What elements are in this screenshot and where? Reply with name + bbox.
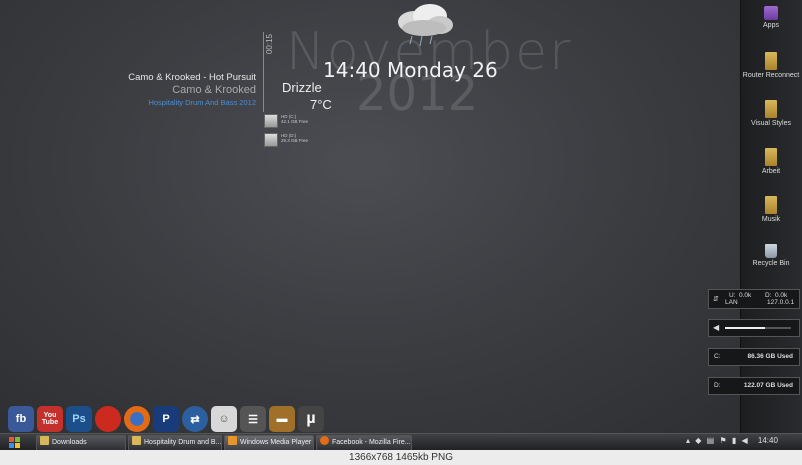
notes-icon[interactable]: ☰ bbox=[240, 406, 266, 432]
dock-label: You Tube bbox=[41, 412, 59, 426]
network-tray-icon[interactable]: ▤ bbox=[707, 436, 715, 445]
sync-icon[interactable]: ⇄ bbox=[182, 406, 208, 432]
photoshop-icon[interactable]: Ps bbox=[66, 406, 92, 432]
cloud-icon bbox=[398, 4, 453, 47]
clock-date-text: 14:40 Monday 26 bbox=[323, 58, 498, 82]
network-down-label: D: bbox=[765, 292, 772, 299]
drive-d-gadget[interactable]: D: 122.07 GB Used bbox=[708, 377, 800, 395]
desktop-icon-apps[interactable]: Apps bbox=[742, 6, 800, 29]
network-gadget[interactable]: ⇵ U: 0.0k D: 0.0k LAN 127.0.0.1 bbox=[708, 289, 800, 309]
drive-c-gadget[interactable]: C: 86.36 GB Used bbox=[708, 348, 800, 366]
speaker-icon: ◀ bbox=[713, 323, 720, 332]
desktop-icon-label: Musik bbox=[761, 216, 781, 223]
media-divider bbox=[263, 32, 264, 112]
desktop-icon-router-reconnect[interactable]: Router Reconnect bbox=[742, 52, 800, 79]
desktop-icon-label: Arbeit bbox=[761, 168, 781, 175]
media-album: Hospitality Drum And Bass 2012 bbox=[148, 98, 256, 107]
desktop-icon-arbeit[interactable]: Arbeit bbox=[742, 148, 800, 175]
drive-d-label: D: bbox=[714, 382, 721, 389]
desktop-icon-recycle-bin[interactable]: Recycle Bin bbox=[742, 244, 800, 267]
dropbox-icon[interactable]: ◆ bbox=[695, 436, 701, 445]
firefox-icon[interactable] bbox=[124, 406, 150, 432]
flag-icon[interactable]: ⚑ bbox=[719, 436, 726, 445]
taskbar-button-label: Facebook - Mozilla Fire... bbox=[332, 439, 411, 446]
weather-condition: Drizzle bbox=[282, 80, 322, 95]
utorrent-icon[interactable]: µ bbox=[298, 406, 324, 432]
folder-icon bbox=[40, 436, 49, 445]
taskbar-button-hospitality[interactable]: Hospitality Drum and B... bbox=[128, 435, 222, 451]
media-timer: 00:15 bbox=[265, 34, 274, 55]
volume-track[interactable] bbox=[725, 327, 791, 329]
desktop-icon-visual-styles[interactable]: Visual Styles bbox=[742, 100, 800, 127]
hard-drive-icon bbox=[264, 114, 278, 128]
taskbar-button-label: Hospitality Drum and B... bbox=[144, 439, 222, 446]
show-hidden-icons-icon[interactable]: ▴ bbox=[686, 436, 690, 445]
youtube-icon[interactable]: You Tube bbox=[37, 406, 63, 432]
network-down-value: 0.0k bbox=[775, 292, 788, 299]
folder-icon bbox=[765, 100, 777, 118]
angry-birds-icon[interactable] bbox=[95, 406, 121, 432]
dock-label: Ps bbox=[72, 413, 86, 425]
briefcase-icon[interactable]: ▬ bbox=[269, 406, 295, 432]
taskbar-button-media-player[interactable]: Windows Media Player bbox=[224, 435, 314, 451]
windows-logo-icon bbox=[9, 436, 20, 448]
firefox-icon bbox=[320, 436, 329, 445]
network-up-value: 0.0k bbox=[739, 292, 752, 299]
media-track-title[interactable]: Camo & Krooked - Hot Pursuit bbox=[128, 72, 256, 83]
signal-icon[interactable]: ▮ bbox=[732, 436, 736, 445]
network-arrow-icon: ⇵ bbox=[713, 296, 719, 303]
apps-icon bbox=[764, 6, 778, 20]
folder-icon bbox=[765, 196, 777, 214]
volume-fill bbox=[725, 327, 765, 329]
drive-c-value: 86.36 GB Used bbox=[747, 353, 793, 360]
desktop-icon-label: Visual Styles bbox=[751, 120, 791, 127]
network-up-label: U: bbox=[729, 292, 736, 299]
network-ip: 127.0.0.1 bbox=[767, 299, 795, 306]
volume-tray-icon[interactable]: ◀ bbox=[741, 436, 747, 445]
dock-label: µ bbox=[306, 410, 316, 427]
taskbar-button-label: Windows Media Player bbox=[240, 439, 312, 446]
drive-d-value: 122.07 GB Used bbox=[743, 382, 793, 389]
messenger-icon[interactable]: ☺ bbox=[211, 406, 237, 432]
drive-c-label: C: bbox=[714, 353, 721, 360]
desktop-icon-label: Recycle Bin bbox=[752, 260, 790, 267]
taskbar: Downloads Hospitality Drum and B... Wind… bbox=[0, 433, 802, 451]
taskbar-button-downloads[interactable]: Downloads bbox=[36, 435, 126, 451]
system-tray: ▴ ◆ ▤ ⚑ ▮ ◀ 14:40 bbox=[686, 436, 778, 445]
desktop-icon-label: Apps bbox=[763, 22, 779, 29]
recycle-bin-icon bbox=[765, 244, 777, 258]
desktop-icon-musik[interactable]: Musik bbox=[742, 196, 800, 223]
drive-free: 42.1 GB Free bbox=[281, 119, 309, 124]
weather-temperature: 7°C bbox=[310, 97, 332, 112]
start-button[interactable] bbox=[2, 435, 28, 450]
folder-icon bbox=[765, 148, 777, 166]
media-player-icon bbox=[228, 436, 237, 445]
folder-icon bbox=[132, 436, 141, 445]
folder-icon bbox=[765, 52, 777, 70]
dock-label: fb bbox=[15, 413, 27, 425]
volume-gadget[interactable]: ◀ bbox=[708, 319, 800, 337]
network-lan-label: LAN bbox=[725, 299, 738, 306]
app-dock: fb You Tube Ps P ⇄ ☺ ☰ ▬ µ bbox=[6, 405, 328, 433]
media-artist: Camo & Krooked bbox=[172, 84, 256, 96]
facebook-icon[interactable]: fb bbox=[8, 406, 34, 432]
taskbar-button-label: Downloads bbox=[52, 439, 87, 446]
hard-drive-icon bbox=[264, 133, 278, 147]
taskbar-button-firefox[interactable]: Facebook - Mozilla Fire... bbox=[316, 435, 412, 451]
playstation-icon[interactable]: P bbox=[153, 406, 179, 432]
image-caption: 1366x768 1465kb PNG bbox=[0, 450, 802, 465]
desktop-icon-label: Router Reconnect bbox=[742, 72, 800, 79]
drive-free: 29.3 GB Free bbox=[281, 138, 309, 143]
taskbar-clock[interactable]: 14:40 bbox=[758, 436, 778, 445]
